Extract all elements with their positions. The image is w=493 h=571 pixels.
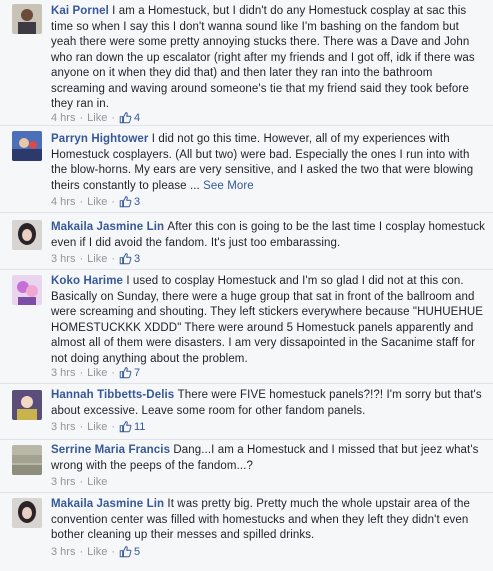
profile-photo (12, 275, 42, 305)
comment-body: Hannah Tibbetts-Delis There were FIVE ho… (51, 388, 487, 419)
comment-body: Kai Pornel I am a Homestuck, but I didn'… (51, 4, 487, 113)
comment-meta: 3 hrs · Like · 11 (51, 420, 145, 433)
comment-author[interactable]: Hannah Tibbetts-Delis (51, 389, 178, 401)
like-link[interactable]: Like (87, 421, 107, 433)
profile-photo (12, 445, 42, 475)
comment-time[interactable]: 3 hrs (51, 546, 75, 558)
avatar[interactable] (12, 275, 42, 305)
comment-body: Koko Harime I used to cosplay Homestuck … (51, 274, 487, 367)
comment-author[interactable]: Koko Harime (51, 275, 126, 287)
comment-author[interactable]: Parryn Hightower (51, 133, 152, 145)
separator: · (79, 476, 84, 488)
like-count[interactable]: 11 (119, 420, 145, 433)
like-count-value: 3 (134, 252, 141, 265)
like-count[interactable]: 5 (119, 545, 140, 558)
comment-body: Parryn Hightower I did not go this time.… (51, 132, 487, 194)
separator: · (79, 545, 84, 558)
separator: · (79, 366, 84, 379)
profile-photo (12, 220, 42, 250)
like-link[interactable]: Like (87, 546, 107, 558)
like-link[interactable]: Like (87, 112, 107, 124)
avatar[interactable] (12, 220, 42, 250)
separator: · (111, 420, 115, 433)
profile-photo (12, 4, 42, 34)
avatar[interactable] (12, 4, 42, 34)
separator: · (79, 252, 84, 265)
like-link[interactable]: Like (87, 196, 107, 208)
like-link[interactable]: Like (87, 367, 107, 379)
comment: Serrine Maria Francis Dang...I am a Home… (0, 440, 493, 493)
like-link[interactable]: Like (87, 476, 107, 488)
comment-meta: 4 hrs · Like · 3 (51, 195, 140, 208)
avatar[interactable] (12, 131, 42, 161)
comment: Koko Harime I used to cosplay Homestuck … (0, 270, 493, 384)
comment-author[interactable]: Makaila Jasmine Lin (51, 221, 167, 233)
see-more-link[interactable]: See More (203, 180, 254, 192)
comment-author[interactable]: Kai Pornel (51, 5, 112, 17)
like-count[interactable]: 3 (119, 252, 140, 265)
avatar[interactable] (12, 390, 42, 420)
thumbs-up-icon (119, 421, 132, 433)
like-count-value: 4 (134, 111, 141, 124)
comment-text: I am a Homestuck, but I didn't do any Ho… (51, 5, 475, 110)
comment-body: Serrine Maria Francis Dang...I am a Home… (51, 443, 487, 474)
like-count-value: 5 (134, 545, 141, 558)
comment-time[interactable]: 3 hrs (51, 421, 75, 433)
like-count-value: 11 (134, 420, 146, 433)
profile-photo (12, 498, 42, 528)
comment-meta: 3 hrs · Like · 7 (51, 366, 140, 379)
comment-meta: 3 hrs · Like (51, 476, 107, 488)
comment-time[interactable]: 3 hrs (51, 476, 75, 488)
comment-author[interactable]: Serrine Maria Francis (51, 444, 173, 456)
comment-body: Makaila Jasmine Lin It was pretty big. P… (51, 497, 487, 544)
like-count[interactable]: 7 (119, 366, 140, 379)
separator: · (79, 111, 84, 124)
comment: Makaila Jasmine Lin After this con is go… (0, 213, 493, 270)
comment: Hannah Tibbetts-Delis There were FIVE ho… (0, 384, 493, 440)
comment-time[interactable]: 3 hrs (51, 253, 75, 265)
avatar[interactable] (12, 445, 42, 475)
comment-time[interactable]: 4 hrs (51, 112, 75, 124)
comment-meta: 3 hrs · Like · 5 (51, 545, 140, 558)
comment-meta: 4 hrs · Like · 4 (51, 111, 140, 124)
comment-time[interactable]: 4 hrs (51, 196, 75, 208)
comment-time[interactable]: 3 hrs (51, 367, 75, 379)
separator: · (111, 545, 115, 558)
profile-photo (12, 390, 42, 420)
comment-meta: 3 hrs · Like · 3 (51, 252, 140, 265)
comment: Kai Pornel I am a Homestuck, but I didn'… (0, 0, 493, 126)
comment: Parryn Hightower I did not go this time.… (0, 126, 493, 213)
thumbs-up-icon (119, 253, 132, 265)
like-link[interactable]: Like (87, 253, 107, 265)
like-count[interactable]: 4 (119, 111, 140, 124)
comment-body: Makaila Jasmine Lin After this con is go… (51, 220, 487, 251)
comment: Makaila Jasmine Lin It was pretty big. P… (0, 493, 493, 571)
separator: · (111, 252, 115, 265)
like-count-value: 3 (134, 195, 141, 208)
separator: · (79, 195, 84, 208)
like-count-value: 7 (134, 366, 141, 379)
avatar[interactable] (12, 498, 42, 528)
thumbs-up-icon (119, 196, 132, 208)
comment-text: I used to cosplay Homestuck and I'm so g… (51, 275, 484, 365)
thumbs-up-icon (119, 367, 132, 379)
separator: · (111, 111, 115, 124)
thumbs-up-icon (119, 112, 132, 124)
comment-feed: Kai Pornel I am a Homestuck, but I didn'… (0, 0, 493, 571)
separator: · (111, 366, 115, 379)
profile-photo (12, 131, 42, 161)
separator: · (111, 195, 115, 208)
like-count[interactable]: 3 (119, 195, 140, 208)
thumbs-up-icon (119, 546, 132, 558)
comment-author[interactable]: Makaila Jasmine Lin (51, 498, 167, 510)
separator: · (79, 420, 84, 433)
